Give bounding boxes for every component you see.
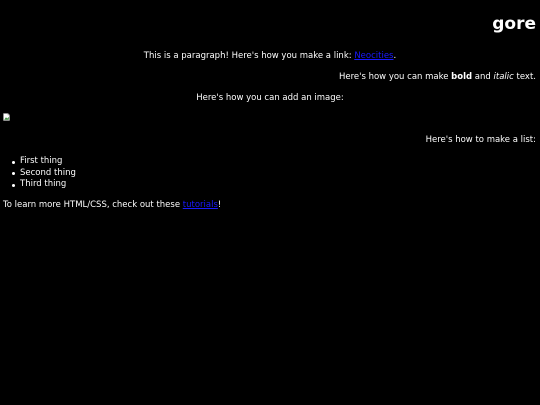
italic-text: italic <box>493 72 514 82</box>
page-title: gore <box>492 14 536 34</box>
tutorials-link[interactable]: tutorials <box>183 200 218 210</box>
list-item-label: Third thing <box>20 179 67 189</box>
list-item: Second thing <box>12 167 76 180</box>
bullet-icon <box>12 172 15 175</box>
formatting-paragraph: Here's how you can make bold and italic … <box>339 72 536 83</box>
list-intro: Here's how to make a list: <box>425 135 536 145</box>
intro-paragraph: This is a paragraph! Here's how you make… <box>0 51 540 62</box>
learn-more-exclamation: ! <box>217 200 222 210</box>
intro-text: This is a paragraph! Here's how you make… <box>143 51 355 61</box>
formatting-text-middle: and <box>472 72 494 82</box>
bullet-icon <box>12 160 15 164</box>
list-item-label: Second thing <box>20 167 76 178</box>
page: gore This is a paragraph! Here's how you… <box>0 0 540 405</box>
list-item: First thing <box>12 156 76 168</box>
list-item: Third thing <box>12 179 76 191</box>
list-item-label: First thing <box>20 156 63 166</box>
broken-image-icon <box>3 113 10 121</box>
bullet-icon <box>12 183 15 187</box>
neocities-link[interactable]: Neocities <box>354 51 393 61</box>
learn-more-paragraph: To learn more HTML/CSS, check out these … <box>3 200 221 211</box>
intro-period: . <box>393 51 397 61</box>
example-list: First thing Second thing Third thing <box>0 156 76 191</box>
bold-text: bold <box>451 72 473 82</box>
formatting-text-start: Here's how you can make <box>338 72 452 82</box>
learn-more-text: To learn more HTML/CSS, check out these <box>3 200 183 210</box>
image-paragraph: Here's how you can add an image: <box>196 93 344 103</box>
formatting-text-end: text. <box>513 72 537 82</box>
